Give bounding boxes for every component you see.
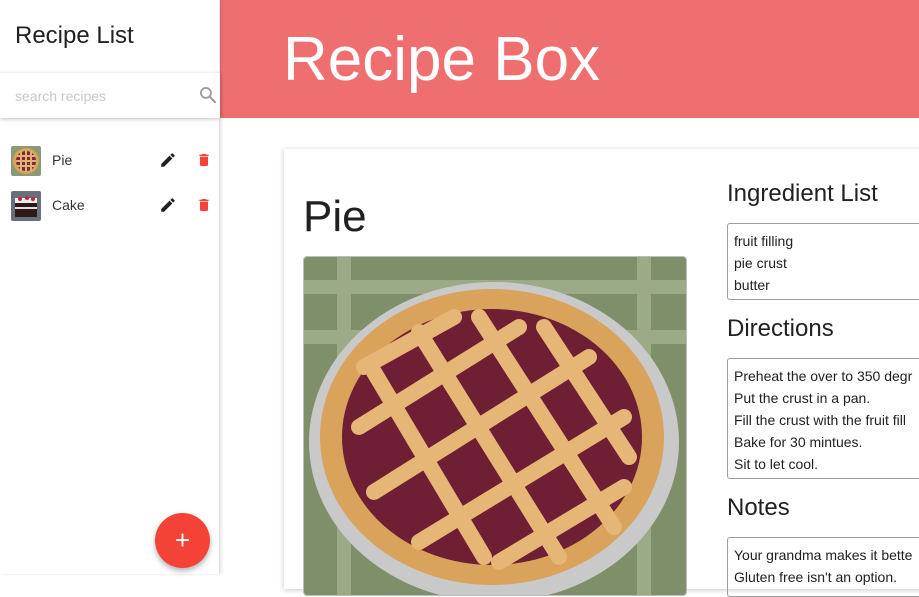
app-header: Recipe Box <box>220 0 919 118</box>
direction-line: Preheat the over to 350 degr <box>734 368 913 384</box>
sidebar-item-pie[interactable]: Pie <box>0 138 220 183</box>
app-title: Recipe Box <box>283 25 601 94</box>
add-recipe-button[interactable]: + <box>155 513 210 568</box>
note-line: Gluten free isn't an option. <box>734 569 897 585</box>
ingredient-line: butter <box>734 277 770 293</box>
ingredients-heading: Ingredient List <box>727 180 878 207</box>
cake-thumbnail-icon <box>11 191 41 221</box>
directions-box[interactable]: Preheat the over to 350 degr Put the cru… <box>727 358 919 479</box>
notes-heading: Notes <box>727 494 790 521</box>
search-box <box>0 73 220 118</box>
recipe-sidebar: Recipe List Pie <box>0 0 220 574</box>
recipe-photo <box>303 256 687 596</box>
delete-trash-icon[interactable] <box>196 196 212 214</box>
note-line: Your grandma makes it bette <box>734 547 913 563</box>
sidebar-item-label: Cake <box>52 197 85 213</box>
notes-box[interactable]: Your grandma makes it bette Gluten free … <box>727 537 919 597</box>
edit-pencil-icon[interactable] <box>159 196 177 214</box>
recipe-title: Pie <box>303 192 367 241</box>
pie-thumbnail-icon <box>11 146 41 176</box>
sidebar-item-label: Pie <box>52 152 73 168</box>
recipe-card: Pie Ingredient List fruit filling pie cr… <box>284 149 919 597</box>
ingredient-line: fruit filling <box>734 233 794 249</box>
directions-heading: Directions <box>727 315 834 342</box>
sidebar-item-cake[interactable]: Cake <box>0 183 220 228</box>
direction-line: Put the crust in a pan. <box>734 390 871 406</box>
direction-line: Sit to let cool. <box>734 456 819 472</box>
ingredients-box[interactable]: fruit filling pie crust butter <box>727 223 919 300</box>
ingredient-line: pie crust <box>734 255 787 271</box>
direction-line: Fill the crust with the fruit fill <box>734 412 906 428</box>
delete-trash-icon[interactable] <box>196 151 212 169</box>
search-icon[interactable] <box>198 85 218 105</box>
direction-line: Bake for 30 mintues. <box>734 434 863 450</box>
edit-pencil-icon[interactable] <box>159 151 177 169</box>
sidebar-title: Recipe List <box>15 22 134 49</box>
search-input[interactable] <box>15 85 185 107</box>
